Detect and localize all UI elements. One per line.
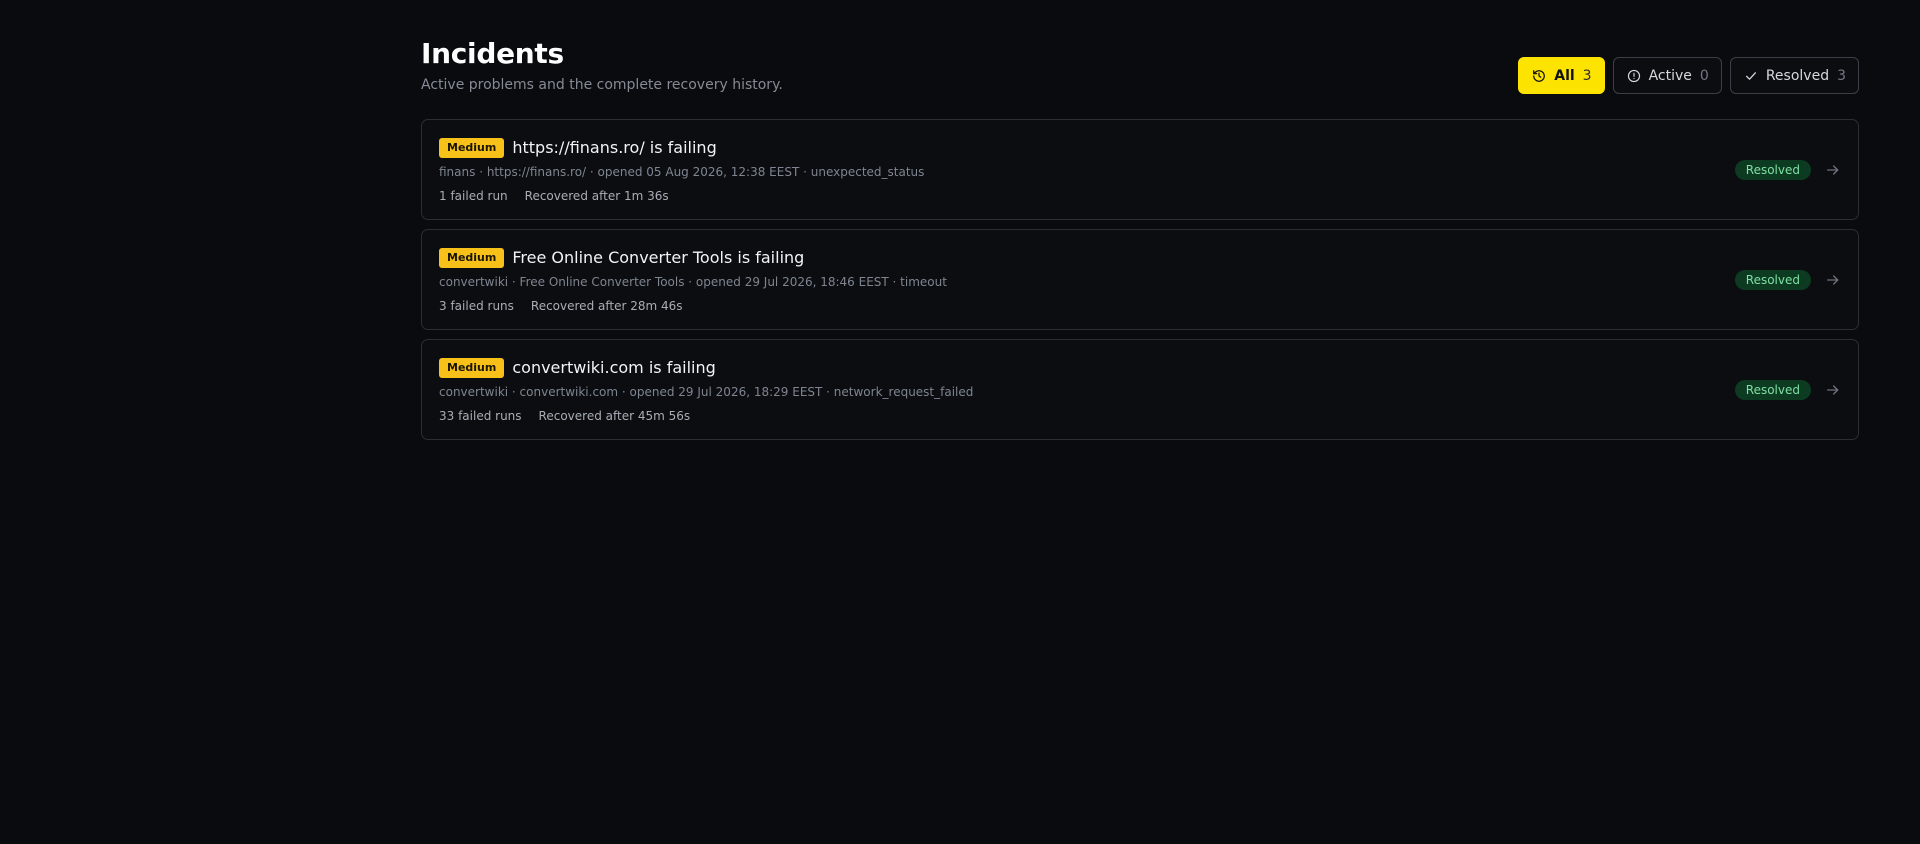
filter-active-count: 0	[1699, 67, 1709, 84]
incident-title: https://finans.ro/ is failing	[512, 138, 717, 157]
filter-group: All 3 Active 0 Resolved 3	[1518, 57, 1859, 94]
status-badge: Resolved	[1734, 379, 1811, 400]
recovery-duration: Recovered after 1m 36s	[524, 189, 669, 203]
incident-title-row: Medium https://finans.ro/ is failing	[439, 137, 924, 159]
severity-badge: Medium	[439, 358, 505, 378]
incident-stats: 3 failed runs Recovered after 28m 46s	[439, 297, 947, 315]
incident-body: Medium convertwiki.com is failing conver…	[439, 357, 973, 425]
arrow-right-icon[interactable]	[1825, 162, 1841, 178]
failed-runs-count: 1 failed run	[439, 189, 508, 203]
incident-actions: Resolved	[1734, 230, 1841, 329]
incident-meta: convertwiki · convertwiki.com · opened 2…	[439, 385, 974, 399]
recovery-duration: Recovered after 28m 46s	[530, 299, 683, 313]
incident-body: Medium Free Online Converter Tools is fa…	[439, 247, 947, 315]
incident-title-row: Medium Free Online Converter Tools is fa…	[439, 247, 947, 269]
history-icon	[1532, 69, 1546, 83]
incident-card[interactable]: Medium Free Online Converter Tools is fa…	[421, 229, 1859, 330]
filter-all-count: 3	[1582, 67, 1592, 84]
incident-actions: Resolved	[1734, 340, 1841, 439]
incidents-page: Incidents Active problems and the comple…	[421, 0, 1859, 440]
incident-stats: 1 failed run Recovered after 1m 36s	[439, 187, 924, 205]
page-header: Incidents Active problems and the comple…	[421, 0, 1859, 119]
filter-all-button[interactable]: All 3	[1518, 57, 1605, 94]
status-badge: Resolved	[1734, 269, 1811, 290]
status-badge: Resolved	[1734, 159, 1811, 180]
severity-badge: Medium	[439, 138, 505, 158]
filter-all-label: All	[1554, 67, 1575, 84]
incident-meta: convertwiki · Free Online Converter Tool…	[439, 275, 947, 289]
arrow-right-icon[interactable]	[1825, 382, 1841, 398]
incident-body: Medium https://finans.ro/ is failing fin…	[439, 137, 924, 205]
incident-card[interactable]: Medium convertwiki.com is failing conver…	[421, 339, 1859, 440]
incident-list: Medium https://finans.ro/ is failing fin…	[421, 119, 1859, 440]
incident-title: Free Online Converter Tools is failing	[512, 248, 805, 267]
filter-active-label: Active	[1648, 67, 1692, 84]
check-icon	[1744, 69, 1758, 83]
filter-active-button[interactable]: Active 0	[1612, 57, 1722, 94]
arrow-right-icon[interactable]	[1825, 272, 1841, 288]
failed-runs-count: 3 failed runs	[439, 299, 514, 313]
incident-title: convertwiki.com is failing	[512, 358, 716, 377]
failed-runs-count: 33 failed runs	[439, 409, 522, 423]
severity-badge: Medium	[439, 248, 505, 268]
incident-stats: 33 failed runs Recovered after 45m 56s	[439, 407, 973, 425]
incident-meta: finans · https://finans.ro/ · opened 05 …	[439, 165, 925, 179]
alert-circle-icon	[1627, 69, 1641, 83]
incident-title-row: Medium convertwiki.com is failing	[439, 357, 973, 379]
recovery-duration: Recovered after 45m 56s	[538, 409, 691, 423]
incident-actions: Resolved	[1734, 120, 1841, 219]
incident-card[interactable]: Medium https://finans.ro/ is failing fin…	[421, 119, 1859, 220]
filter-resolved-count: 3	[1837, 67, 1846, 84]
filter-resolved-button[interactable]: Resolved 3	[1729, 57, 1859, 94]
page-subtitle: Active problems and the complete recover…	[421, 77, 783, 93]
filter-resolved-label: Resolved	[1765, 67, 1830, 84]
page-title: Incidents	[421, 37, 564, 70]
